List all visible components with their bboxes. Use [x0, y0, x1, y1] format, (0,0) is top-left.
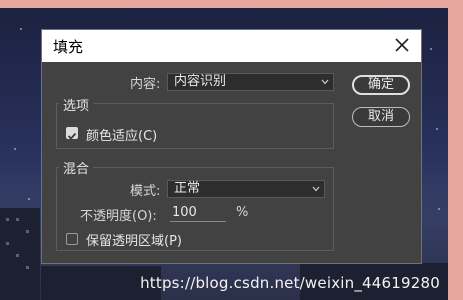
dialog-title: 填充: [53, 38, 84, 56]
checkmark-icon: [67, 132, 77, 140]
content-select[interactable]: 内容识别: [167, 73, 334, 91]
blending-legend: 混合: [59, 158, 94, 177]
preserve-transparency-label[interactable]: 保留透明区域(P): [86, 230, 182, 249]
mode-select-value: 正常: [174, 181, 201, 196]
star: [14, 148, 16, 150]
close-icon[interactable]: [393, 36, 411, 54]
watermark-text: https://blog.csdn.net/weixin_44619280: [140, 274, 440, 292]
star: [28, 198, 30, 200]
mode-select[interactable]: 正常: [167, 180, 325, 198]
color-adapt-checkbox[interactable]: [66, 127, 78, 140]
star: [436, 128, 438, 130]
building: [0, 208, 40, 300]
dialog-titlebar: 填充: [42, 30, 421, 62]
content-select-value: 内容识别: [174, 74, 227, 89]
cancel-button[interactable]: 取消: [352, 107, 410, 127]
star: [430, 48, 432, 50]
chevron-down-icon: [321, 79, 329, 85]
opacity-unit: %: [236, 205, 249, 220]
ok-button[interactable]: 确定: [352, 75, 410, 95]
chevron-down-icon: [312, 186, 320, 192]
fill-dialog: 填充 内容: 内容识别 确定 取消 选项 颜色适应(C) 混合 模式: 正常 不…: [41, 29, 422, 264]
star: [438, 208, 440, 210]
opacity-input[interactable]: 100: [170, 205, 226, 222]
star: [20, 28, 22, 30]
preserve-transparency-checkbox[interactable]: [66, 233, 78, 245]
color-adapt-label[interactable]: 颜色适应(C): [86, 125, 157, 144]
opacity-label: 不透明度(O):: [80, 209, 157, 224]
options-legend: 选项: [59, 95, 94, 114]
mode-label: 模式:: [130, 184, 161, 199]
content-label: 内容:: [130, 77, 161, 92]
